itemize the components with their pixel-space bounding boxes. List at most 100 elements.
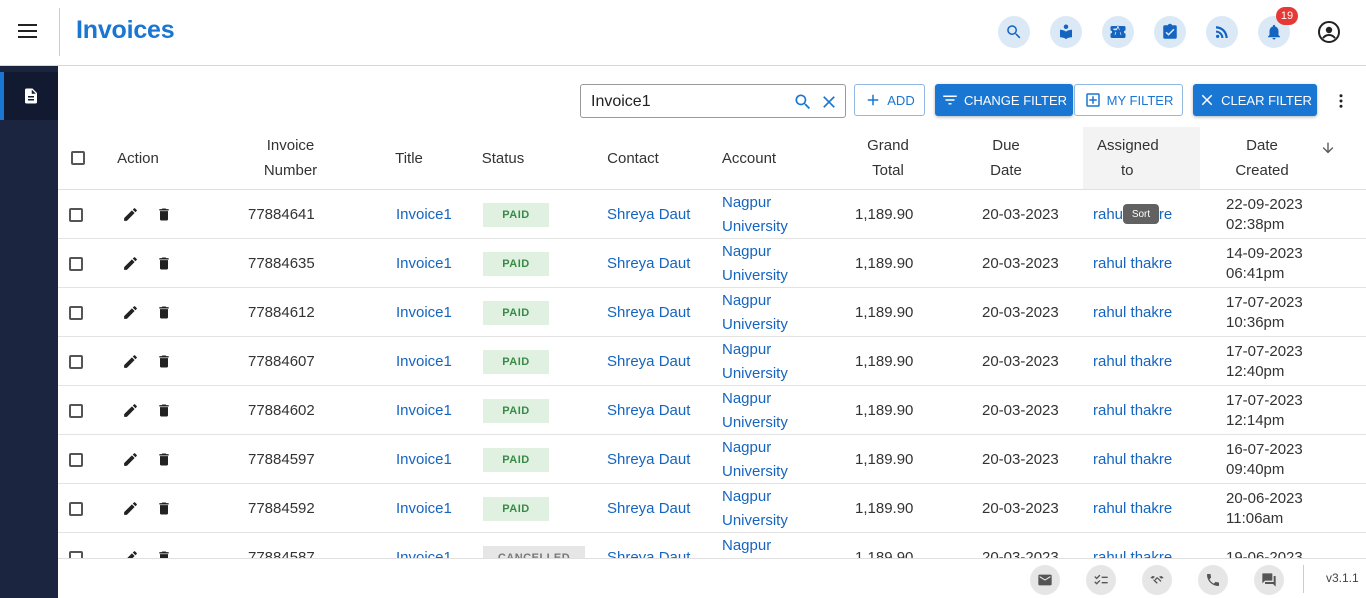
column-header-date-created[interactable]: Date Created [1218, 127, 1306, 189]
bell-icon[interactable]: 19 [1258, 7, 1298, 48]
edit-icon[interactable] [122, 533, 139, 558]
account-link[interactable]: NagpurUniversity [722, 288, 788, 337]
contact-link[interactable]: Shreya Daut [607, 190, 690, 239]
invoice-title-link[interactable]: Invoice1 [396, 190, 452, 239]
contact-link[interactable]: Shreya Daut [607, 484, 690, 533]
contact-link[interactable]: Shreya Daut [607, 337, 690, 386]
menu-icon[interactable] [18, 24, 38, 40]
edit-icon[interactable] [122, 288, 139, 337]
edit-icon[interactable] [122, 190, 139, 239]
email-icon[interactable] [1030, 565, 1060, 595]
delete-icon[interactable] [156, 386, 172, 435]
contact-link[interactable]: Shreya Daut [607, 386, 690, 435]
edit-icon[interactable] [122, 239, 139, 288]
table-row[interactable]: 77884602 Invoice1 PAID Shreya Daut Nagpur Uni… [58, 386, 1366, 435]
assigned-to-link[interactable]: rahul thakre [1093, 484, 1172, 533]
account-link[interactable]: NagpurUniversity [722, 386, 788, 435]
contact-link[interactable]: Shreya Daut [607, 239, 690, 288]
edit-icon[interactable] [122, 435, 139, 484]
row-checkbox[interactable] [69, 550, 83, 558]
row-checkbox[interactable] [69, 354, 83, 369]
account-link[interactable]: NagpurUniversity [722, 533, 788, 558]
assigned-to-link[interactable]: rahul thakre [1093, 435, 1172, 484]
phone-icon[interactable] [1198, 565, 1228, 595]
grand-total: 1,189.90 [855, 402, 914, 419]
delete-icon[interactable] [156, 533, 172, 558]
task-icon[interactable] [1154, 16, 1186, 48]
column-header-account[interactable]: Account [714, 127, 784, 189]
assigned-to-link[interactable]: rahul thakre [1093, 533, 1172, 558]
search-input[interactable] [591, 91, 781, 113]
account-link[interactable]: NagpurUniversity [722, 484, 788, 533]
rss-icon[interactable] [1206, 16, 1238, 48]
chat-icon[interactable] [1254, 565, 1284, 595]
clear-filter-button[interactable]: CLEAR FILTER [1193, 84, 1317, 116]
assigned-to-link[interactable]: rahul thakre [1093, 239, 1172, 288]
column-header-assigned-to[interactable]: Assigned to [1083, 127, 1200, 189]
contact-link[interactable]: Shreya Daut [607, 435, 690, 484]
edit-icon[interactable] [122, 484, 139, 533]
row-checkbox[interactable] [69, 452, 83, 467]
edit-icon[interactable] [122, 337, 139, 386]
table-row[interactable]: 77884612 Invoice1 PAID Shreya Daut Nagpur Uni… [58, 288, 1366, 337]
account-link[interactable]: NagpurUniversity [722, 337, 788, 386]
delete-icon[interactable] [156, 435, 172, 484]
sort-arrow-down-icon[interactable] [1320, 140, 1336, 156]
row-checkbox[interactable] [69, 256, 83, 271]
row-checkbox[interactable] [69, 501, 83, 516]
column-header-status[interactable]: Status [476, 127, 530, 189]
assigned-to-link[interactable]: rahul thakre [1093, 386, 1172, 435]
row-checkbox[interactable] [69, 305, 83, 320]
delete-icon[interactable] [156, 190, 172, 239]
more-vert-icon[interactable] [1332, 91, 1350, 111]
account-link[interactable]: NagpurUniversity [722, 239, 788, 288]
search-icon[interactable] [793, 92, 813, 112]
assigned-to-link[interactable]: rahul thakre [1093, 288, 1172, 337]
invoice-title-link[interactable]: Invoice1 [396, 337, 452, 386]
select-all-header [68, 127, 88, 189]
invoice-title-link[interactable]: Invoice1 [396, 239, 452, 288]
account-icon[interactable] [1317, 20, 1341, 44]
table-row[interactable]: 77884607 Invoice1 PAID Shreya Daut Nagpur Uni… [58, 337, 1366, 386]
invoice-title-link[interactable]: Invoice1 [396, 484, 452, 533]
add-button[interactable]: ADD [854, 84, 925, 116]
date-created: 22-09-2023 02:38pm [1226, 195, 1303, 233]
handshake-icon[interactable] [1142, 565, 1172, 595]
table-row[interactable]: 77884597 Invoice1 PAID Shreya Daut Nagpur Uni… [58, 435, 1366, 484]
delete-icon[interactable] [156, 239, 172, 288]
table-row[interactable]: 77884635 Invoice1 PAID Shreya Daut Nagpur Uni… [58, 239, 1366, 288]
table-row[interactable]: 77884641 Invoice1 PAID Shreya Daut Nagpur Uni… [58, 190, 1366, 239]
column-header-title[interactable]: Title [388, 127, 430, 189]
select-all-checkbox[interactable] [71, 151, 85, 165]
contact-link[interactable]: Shreya Daut [607, 533, 690, 558]
account-link[interactable]: NagpurUniversity [722, 190, 788, 239]
row-checkbox[interactable] [69, 403, 83, 418]
my-filter-button[interactable]: MY FILTER [1074, 84, 1183, 116]
delete-icon[interactable] [156, 337, 172, 386]
book-icon[interactable] [1050, 16, 1082, 48]
contact-link[interactable]: Shreya Daut [607, 288, 690, 337]
clear-search-icon[interactable] [819, 92, 839, 112]
due-date: 20-03-2023 [982, 255, 1059, 272]
invoice-title-link[interactable]: Invoice1 [396, 435, 452, 484]
column-header-contact[interactable]: Contact [600, 127, 666, 189]
assigned-to-link[interactable]: rahul thakre [1093, 337, 1172, 386]
invoice-title-link[interactable]: Invoice1 [396, 533, 452, 558]
invoice-title-link[interactable]: Invoice1 [396, 288, 452, 337]
change-filter-button[interactable]: CHANGE FILTER [935, 84, 1073, 116]
row-checkbox[interactable] [69, 207, 83, 222]
delete-icon[interactable] [156, 288, 172, 337]
invoice-title-link[interactable]: Invoice1 [396, 386, 452, 435]
column-header-invoice-number[interactable]: Invoice Number [238, 127, 343, 189]
column-header-grand-total[interactable]: Grand Total [853, 127, 923, 189]
sidebar-item-invoices[interactable] [0, 72, 58, 120]
table-row[interactable]: 77884592 Invoice1 PAID Shreya Daut Nagpur Uni… [58, 484, 1366, 533]
table-row[interactable]: 77884587 Invoice1 CANCELLED Shreya Daut Nagp… [58, 533, 1366, 558]
search-icon[interactable] [998, 16, 1030, 48]
delete-icon[interactable] [156, 484, 172, 533]
edit-icon[interactable] [122, 386, 139, 435]
account-link[interactable]: NagpurUniversity [722, 435, 788, 484]
column-header-due-date[interactable]: Due Date [976, 127, 1036, 189]
ticket-icon[interactable] [1102, 16, 1134, 48]
checklist-icon[interactable] [1086, 565, 1116, 595]
